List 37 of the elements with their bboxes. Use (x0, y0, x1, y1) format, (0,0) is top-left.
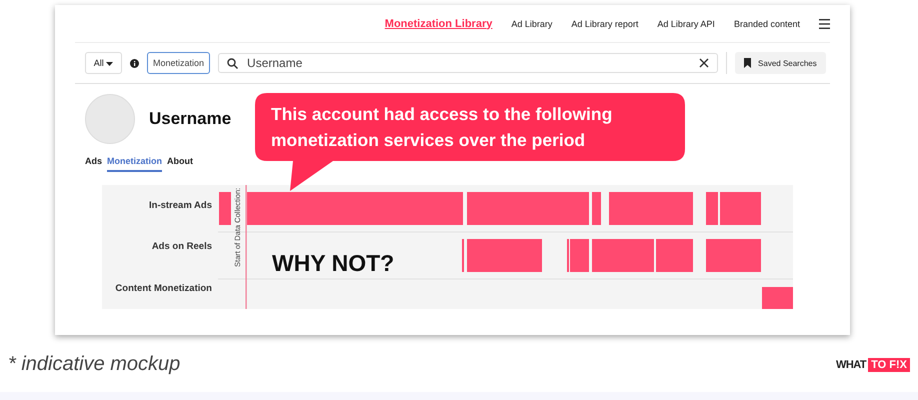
row-label: Ads on Reels (150, 240, 213, 254)
nav-link[interactable]: Ad Library (511, 18, 552, 28)
nav-link[interactable]: Ad Library API (657, 18, 715, 28)
nav-link[interactable]: Monetization Library (384, 18, 492, 30)
timeline-bar (706, 192, 718, 225)
type-field[interactable]: Monetization (147, 52, 210, 74)
tab[interactable]: Monetization (107, 156, 162, 172)
timeline-bar (656, 239, 693, 272)
row-label: In-stream Ads (148, 199, 213, 214)
overlay-text: WHY NOT? (272, 250, 394, 276)
logo-text: WHAT (836, 358, 868, 370)
timeline-bar (462, 239, 464, 272)
tab[interactable]: Ads (85, 156, 102, 172)
bookmark-icon (744, 58, 752, 68)
nav-link[interactable]: Ad Library report (571, 18, 638, 28)
close-icon[interactable] (699, 58, 710, 68)
avatar (85, 94, 135, 144)
timeline-bar (762, 287, 793, 309)
username: Username (149, 109, 232, 129)
info-icon[interactable] (130, 58, 139, 68)
footnote: * indicative mockup (8, 353, 180, 376)
timeline-bar (592, 239, 654, 272)
row-label: Content Monetization (114, 282, 213, 296)
timeline-bar (720, 192, 761, 225)
search-field[interactable]: Username (218, 53, 718, 73)
timeline-bar (219, 192, 231, 225)
caret-icon (106, 62, 114, 66)
callout-text: This account had access to the following monetization services over the period (271, 103, 614, 152)
menu-icon[interactable] (819, 18, 830, 28)
search-icon (227, 58, 238, 68)
timeline-bar (592, 192, 601, 225)
filter-dropdown[interactable]: All (85, 52, 122, 74)
nav-link[interactable]: Branded content (734, 18, 800, 28)
tab[interactable]: About (167, 156, 194, 172)
logo-text: TO F!X (868, 358, 910, 372)
saved-searches-button[interactable]: Saved Searches (735, 52, 826, 74)
timeline-bar (706, 239, 761, 272)
